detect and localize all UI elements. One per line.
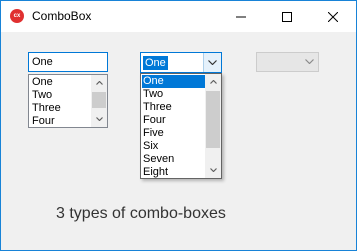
chevron-down-icon <box>209 168 217 172</box>
list-item[interactable]: Three <box>142 101 205 114</box>
minimize-button[interactable] <box>218 1 264 32</box>
caption-label: 3 types of combo-boxes <box>56 205 226 222</box>
dropdown-combo[interactable]: One <box>140 52 222 73</box>
chevron-up-icon <box>209 80 217 84</box>
list-item[interactable]: Two <box>142 88 205 101</box>
list-item[interactable]: Five <box>142 127 205 140</box>
scroll-thumb[interactable] <box>206 91 220 148</box>
close-icon <box>328 11 338 22</box>
chevron-up-icon <box>95 81 103 85</box>
maximize-icon <box>282 11 292 22</box>
window-title: ComboBox <box>32 9 92 23</box>
title-bar[interactable]: cx ComboBox <box>1 1 356 32</box>
list-item[interactable]: One <box>31 76 91 89</box>
combobox-window: cx ComboBox One One Two Three Four One O… <box>0 0 357 251</box>
list-item[interactable]: Three <box>31 102 91 115</box>
simple-combo-edit[interactable]: One <box>28 52 108 72</box>
dropdown-combo-button[interactable] <box>203 53 221 72</box>
minimize-icon <box>236 16 246 17</box>
dropdown-combo-value: One <box>143 56 168 70</box>
dropdown-combo-scrollbar[interactable] <box>205 74 221 178</box>
dropdown-combo-list[interactable]: One Two Three Four Five Six Seven Eight <box>140 73 222 179</box>
scroll-up-button[interactable] <box>91 76 107 90</box>
list-item[interactable]: Seven <box>142 153 205 166</box>
simple-combo-scrollbar[interactable] <box>91 75 107 127</box>
list-item[interactable]: Six <box>142 140 205 153</box>
list-item[interactable]: Four <box>142 114 205 127</box>
simple-combo-list[interactable]: One Two Three Four <box>28 74 108 128</box>
app-icon: cx <box>10 9 24 23</box>
list-item[interactable]: Two <box>31 89 91 102</box>
scroll-down-button[interactable] <box>205 163 221 177</box>
scroll-down-button[interactable] <box>91 112 107 126</box>
scroll-up-button[interactable] <box>205 75 221 89</box>
list-item[interactable]: Four <box>31 115 91 128</box>
simple-combo-value: One <box>32 56 53 68</box>
close-button[interactable] <box>310 1 356 32</box>
list-item[interactable]: Eight <box>142 166 205 179</box>
list-item-selected[interactable]: One <box>142 75 205 88</box>
maximize-button[interactable] <box>264 1 310 32</box>
disabled-combo <box>256 52 319 72</box>
scroll-thumb[interactable] <box>92 92 106 108</box>
chevron-down-icon <box>305 59 314 64</box>
chevron-down-icon <box>95 117 103 121</box>
chevron-down-icon <box>208 60 217 65</box>
